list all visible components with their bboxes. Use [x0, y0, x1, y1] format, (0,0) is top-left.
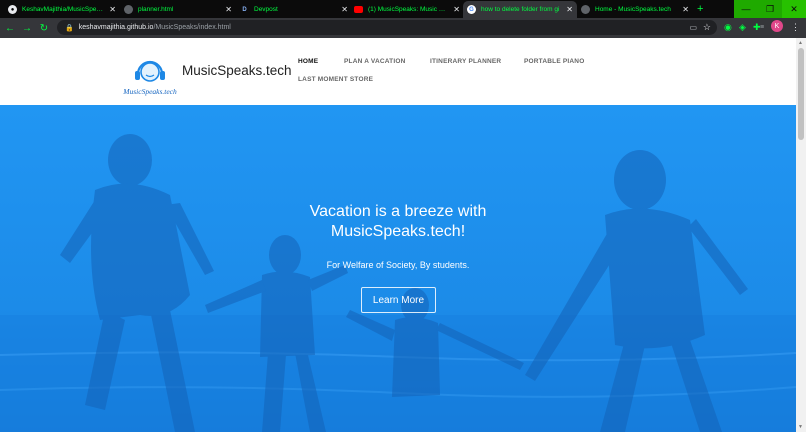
hero-subtitle: For Welfare of Society, By students.	[326, 260, 470, 270]
globe-icon	[581, 5, 590, 14]
github-icon: ●	[8, 5, 17, 14]
close-icon[interactable]: ✕	[566, 5, 573, 14]
scrollbar-thumb[interactable]	[798, 48, 804, 140]
webpage: MusicSpeaks.tech MusicSpeaks.tech HOME P…	[0, 38, 796, 432]
back-icon[interactable]: ←	[3, 21, 17, 35]
reload-icon[interactable]: ↻	[37, 21, 51, 35]
close-window-icon[interactable]: ✕	[782, 0, 806, 18]
minimize-icon[interactable]: —	[734, 0, 758, 18]
bookmark-star-icon[interactable]: ☆	[703, 22, 711, 33]
profile-avatar[interactable]: K	[771, 20, 783, 32]
lock-icon: 🔒	[65, 24, 74, 32]
scroll-down-icon[interactable]: ▼	[798, 424, 803, 430]
nav-plan-a-vacation[interactable]: PLAN A VACATION	[344, 58, 406, 65]
hero-title: Vacation is a breeze with MusicSpeaks.te…	[248, 202, 548, 242]
close-icon[interactable]: ✕	[453, 5, 460, 14]
url-host: keshavmajithia.github.io	[78, 24, 154, 31]
site-header: MusicSpeaks.tech MusicSpeaks.tech HOME P…	[0, 38, 796, 105]
devpost-icon: D	[242, 6, 247, 13]
google-icon: G	[467, 5, 476, 14]
browser-toolbar: ← → ↻ 🔒 keshavmajithia.github.io/MusicSp…	[0, 18, 806, 38]
tab-bar: ● KeshavMajithia/MusicSpeaks ✕ planner.h…	[0, 0, 806, 18]
tab-devpost[interactable]: D Devpost ✕	[236, 1, 352, 18]
hero-title-line: MusicSpeaks.tech!	[330, 223, 466, 240]
url-path: /MusicSpeaks/index.html	[153, 24, 231, 31]
learn-more-button[interactable]: Learn More	[361, 287, 436, 313]
page-scrollbar[interactable]: ▲ ▼	[796, 38, 806, 432]
nav-home[interactable]: HOME	[298, 58, 318, 65]
cast-icon[interactable]: ▭	[689, 23, 697, 32]
tab-title: how to delete folder from gi	[481, 6, 560, 13]
extension-icon[interactable]: ◈	[739, 20, 746, 35]
tab-title: planner.html	[138, 6, 174, 13]
nav-last-moment-store[interactable]: LAST MOMENT STORE	[298, 76, 373, 83]
extension-icon[interactable]: ◉	[724, 20, 732, 35]
scroll-up-icon[interactable]: ▲	[798, 40, 803, 46]
site-logo[interactable]: MusicSpeaks.tech	[118, 48, 182, 98]
close-icon[interactable]: ✕	[682, 5, 689, 14]
close-icon[interactable]: ✕	[225, 5, 232, 14]
tab-google[interactable]: G how to delete folder from gi ✕	[463, 1, 577, 18]
tab-title: Home - MusicSpeaks.tech	[595, 6, 671, 13]
headphones-logo-icon: MusicSpeaks.tech	[122, 60, 177, 96]
svg-text:MusicSpeaks.tech: MusicSpeaks.tech	[122, 87, 177, 96]
nav-portable-piano[interactable]: PORTABLE PIANO	[524, 58, 584, 65]
tab-youtube[interactable]: (1) MusicSpeaks: Music Spea ✕	[350, 1, 464, 18]
close-icon[interactable]: ✕	[109, 5, 116, 14]
hero-title-line: Vacation is a breeze with	[309, 203, 487, 220]
reading-list-icon[interactable]: ≡	[760, 20, 764, 35]
brand-name[interactable]: MusicSpeaks.tech	[182, 63, 292, 78]
browser-chrome: ● KeshavMajithia/MusicSpeaks ✕ planner.h…	[0, 0, 806, 38]
tab-title: (1) MusicSpeaks: Music Spea	[368, 6, 448, 13]
tab-github[interactable]: ● KeshavMajithia/MusicSpeaks ✕	[4, 1, 120, 18]
nav-itinerary-planner[interactable]: ITINERARY PLANNER	[430, 58, 501, 65]
window-controls: — ❐ ✕	[734, 0, 806, 18]
hero-section: Vacation is a breeze with MusicSpeaks.te…	[0, 105, 796, 432]
new-tab-button[interactable]: +	[697, 3, 703, 15]
tab-planner[interactable]: planner.html ✕	[120, 1, 236, 18]
close-icon[interactable]: ✕	[341, 5, 348, 14]
youtube-icon	[354, 6, 363, 13]
menu-icon[interactable]: ⋮	[791, 20, 800, 35]
tab-title: KeshavMajithia/MusicSpeaks	[22, 6, 104, 13]
globe-icon	[124, 5, 133, 14]
forward-icon[interactable]: →	[20, 21, 34, 35]
tab-home[interactable]: Home - MusicSpeaks.tech ✕	[577, 1, 693, 18]
maximize-icon[interactable]: ❐	[758, 0, 782, 18]
tab-title: Devpost	[254, 6, 278, 13]
address-bar[interactable]: 🔒 keshavmajithia.github.io/MusicSpeaks/i…	[57, 20, 717, 35]
